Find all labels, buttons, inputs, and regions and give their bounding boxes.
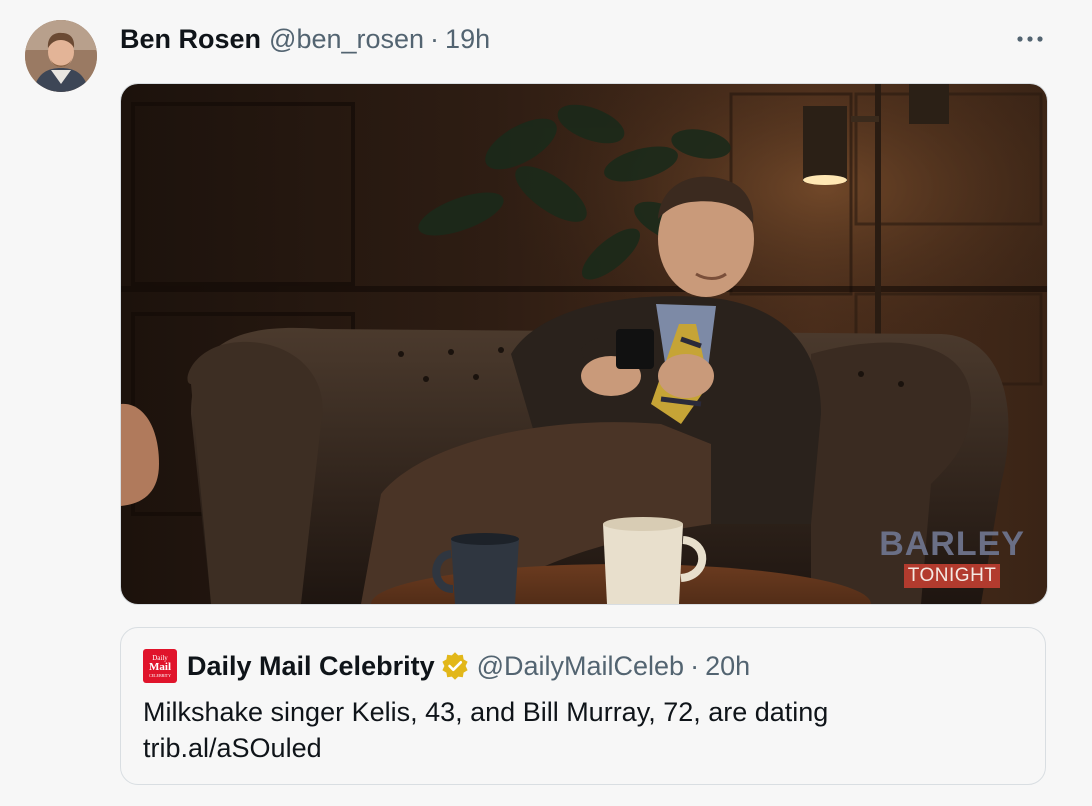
- tweet-timestamp[interactable]: 19h: [445, 24, 490, 55]
- tweet-media-image[interactable]: BARLEY TONIGHT: [120, 83, 1048, 605]
- author-handle[interactable]: @ben_rosen: [269, 24, 424, 55]
- author-avatar[interactable]: [25, 20, 97, 92]
- quoted-author-name[interactable]: Daily Mail Celebrity: [187, 651, 435, 682]
- author-name[interactable]: Ben Rosen: [120, 24, 261, 55]
- quoted-author-handle[interactable]: @DailyMailCeleb: [477, 651, 684, 682]
- gold-verified-badge-icon: [441, 652, 469, 680]
- barley-tonight-watermark: BARLEY TONIGHT: [879, 527, 1025, 588]
- quoted-tweet-text: Milkshake singer Kelis, 43, and Bill Mur…: [143, 694, 1023, 766]
- daily-mail-logo[interactable]: Daily Mail CELEBRITY: [143, 649, 177, 683]
- header-separator: ·: [430, 23, 440, 54]
- quoted-tweet-card[interactable]: Daily Mail CELEBRITY Daily Mail Celebrit…: [120, 627, 1046, 785]
- quoted-tweet-link[interactable]: trib.al/aSOuled: [143, 730, 1023, 766]
- tweet[interactable]: Ben Rosen @ben_rosen · 19h BARLEY TONIGH…: [0, 0, 1092, 806]
- watermark-subtitle: TONIGHT: [903, 564, 1001, 588]
- more-options-button[interactable]: [1010, 24, 1050, 54]
- watermark-title: BARLEY: [879, 525, 1025, 563]
- tweet-header: Ben Rosen @ben_rosen · 19h: [120, 22, 490, 56]
- logo-line-2: Mail: [149, 660, 171, 673]
- quoted-tweet-text-line-1: Milkshake singer Kelis, 43, and Bill Mur…: [143, 697, 829, 727]
- quoted-header-separator: ·: [690, 650, 700, 681]
- avatar-image: [25, 20, 97, 92]
- quoted-tweet-timestamp[interactable]: 20h: [705, 651, 750, 682]
- logo-line-3: CELEBRITY: [149, 672, 171, 678]
- more-horizontal-icon: [1017, 36, 1043, 42]
- quoted-tweet-header: Daily Mail CELEBRITY Daily Mail Celebrit…: [143, 648, 750, 684]
